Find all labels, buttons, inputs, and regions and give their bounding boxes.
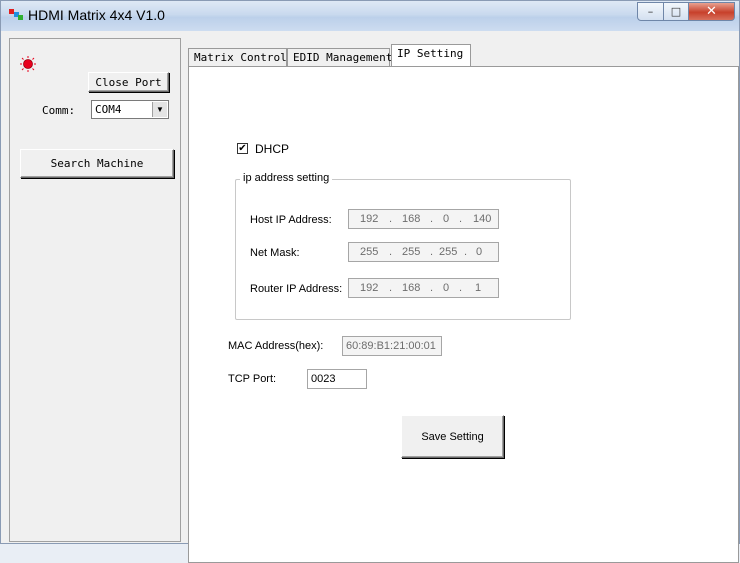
host-ip-octet-2: 168	[402, 213, 421, 225]
client-area: Close Port Comm: COM4 ▼ Search Machine M…	[1, 31, 739, 563]
octet-separator: .	[430, 282, 434, 294]
octet-separator: .	[389, 213, 393, 225]
close-icon: ✕	[706, 4, 717, 19]
router-ip-field[interactable]: 192 . 168 . 0 . 1	[348, 278, 499, 298]
octet-separator: .	[459, 282, 463, 294]
host-ip-field[interactable]: 192 . 168 . 0 . 140	[348, 209, 499, 229]
tcp-port-label: TCP Port:	[228, 373, 277, 385]
net-mask-octet-2: 255	[402, 246, 421, 258]
maximize-icon: □	[670, 5, 682, 18]
octet-separator: .	[430, 213, 434, 225]
net-mask-octet-1: 255	[360, 246, 379, 258]
comm-port-select[interactable]: COM4 ▼	[91, 100, 169, 119]
octet-separator: .	[389, 246, 393, 258]
mac-address-value: 60:89:B1:21:00:01	[346, 340, 436, 352]
mac-address-field[interactable]: 60:89:B1:21:00:01	[342, 336, 442, 356]
comm-label: Comm:	[42, 104, 76, 117]
octet-separator: .	[464, 246, 468, 258]
tab-edid-management[interactable]: EDID Management	[287, 48, 392, 66]
chevron-down-icon[interactable]: ▼	[152, 102, 167, 117]
host-ip-octet-1: 192	[360, 213, 379, 225]
router-ip-label: Router IP Address:	[250, 283, 343, 295]
tab-matrix-control[interactable]: Matrix Control	[188, 48, 287, 66]
octet-separator: .	[430, 246, 434, 258]
router-ip-octet-2: 168	[402, 282, 421, 294]
minimize-button[interactable]: –	[637, 2, 664, 21]
host-ip-octet-4: 140	[473, 213, 492, 225]
ip-address-group-title: ip address setting	[240, 172, 333, 184]
close-window-button[interactable]: ✕	[689, 2, 735, 21]
dhcp-label: DHCP	[255, 142, 290, 156]
caption-buttons: – □ ✕	[637, 2, 735, 22]
window-title: HDMI Matrix 4x4 V1.0	[28, 7, 165, 23]
app-icon	[9, 9, 23, 20]
router-ip-octet-4: 1	[475, 282, 482, 294]
host-ip-octet-3: 0	[443, 213, 450, 225]
red-led-icon	[20, 56, 36, 72]
octet-separator: .	[459, 213, 463, 225]
minimize-icon: –	[647, 5, 654, 18]
net-mask-field[interactable]: 255 . 255 . 255 . 0	[348, 242, 499, 262]
tcp-port-field[interactable]: 0023	[307, 369, 367, 389]
net-mask-label: Net Mask:	[250, 247, 300, 259]
octet-separator: .	[389, 282, 393, 294]
close-port-button[interactable]: Close Port	[88, 72, 169, 92]
tcp-port-value: 0023	[311, 373, 336, 385]
net-mask-octet-3: 255	[439, 246, 458, 258]
save-setting-button[interactable]: Save Setting	[401, 415, 504, 458]
mac-address-label: MAC Address(hex):	[228, 340, 324, 352]
router-ip-octet-3: 0	[443, 282, 450, 294]
search-machine-button[interactable]: Search Machine	[20, 149, 174, 178]
title-bar[interactable]: HDMI Matrix 4x4 V1.0 – □ ✕	[1, 1, 739, 31]
router-ip-octet-1: 192	[360, 282, 379, 294]
host-ip-label: Host IP Address:	[250, 214, 332, 226]
tab-ip-setting[interactable]: IP Setting	[391, 44, 471, 66]
dhcp-checkbox[interactable]: ✔	[237, 143, 248, 154]
app-window: HDMI Matrix 4x4 V1.0 – □ ✕ Close Port Co…	[0, 0, 740, 563]
net-mask-octet-4: 0	[476, 246, 483, 258]
maximize-button[interactable]: □	[664, 2, 689, 21]
ip-setting-panel: ✔ DHCP ip address setting Host IP Addres…	[188, 66, 739, 563]
comm-port-value: COM4	[95, 103, 122, 116]
